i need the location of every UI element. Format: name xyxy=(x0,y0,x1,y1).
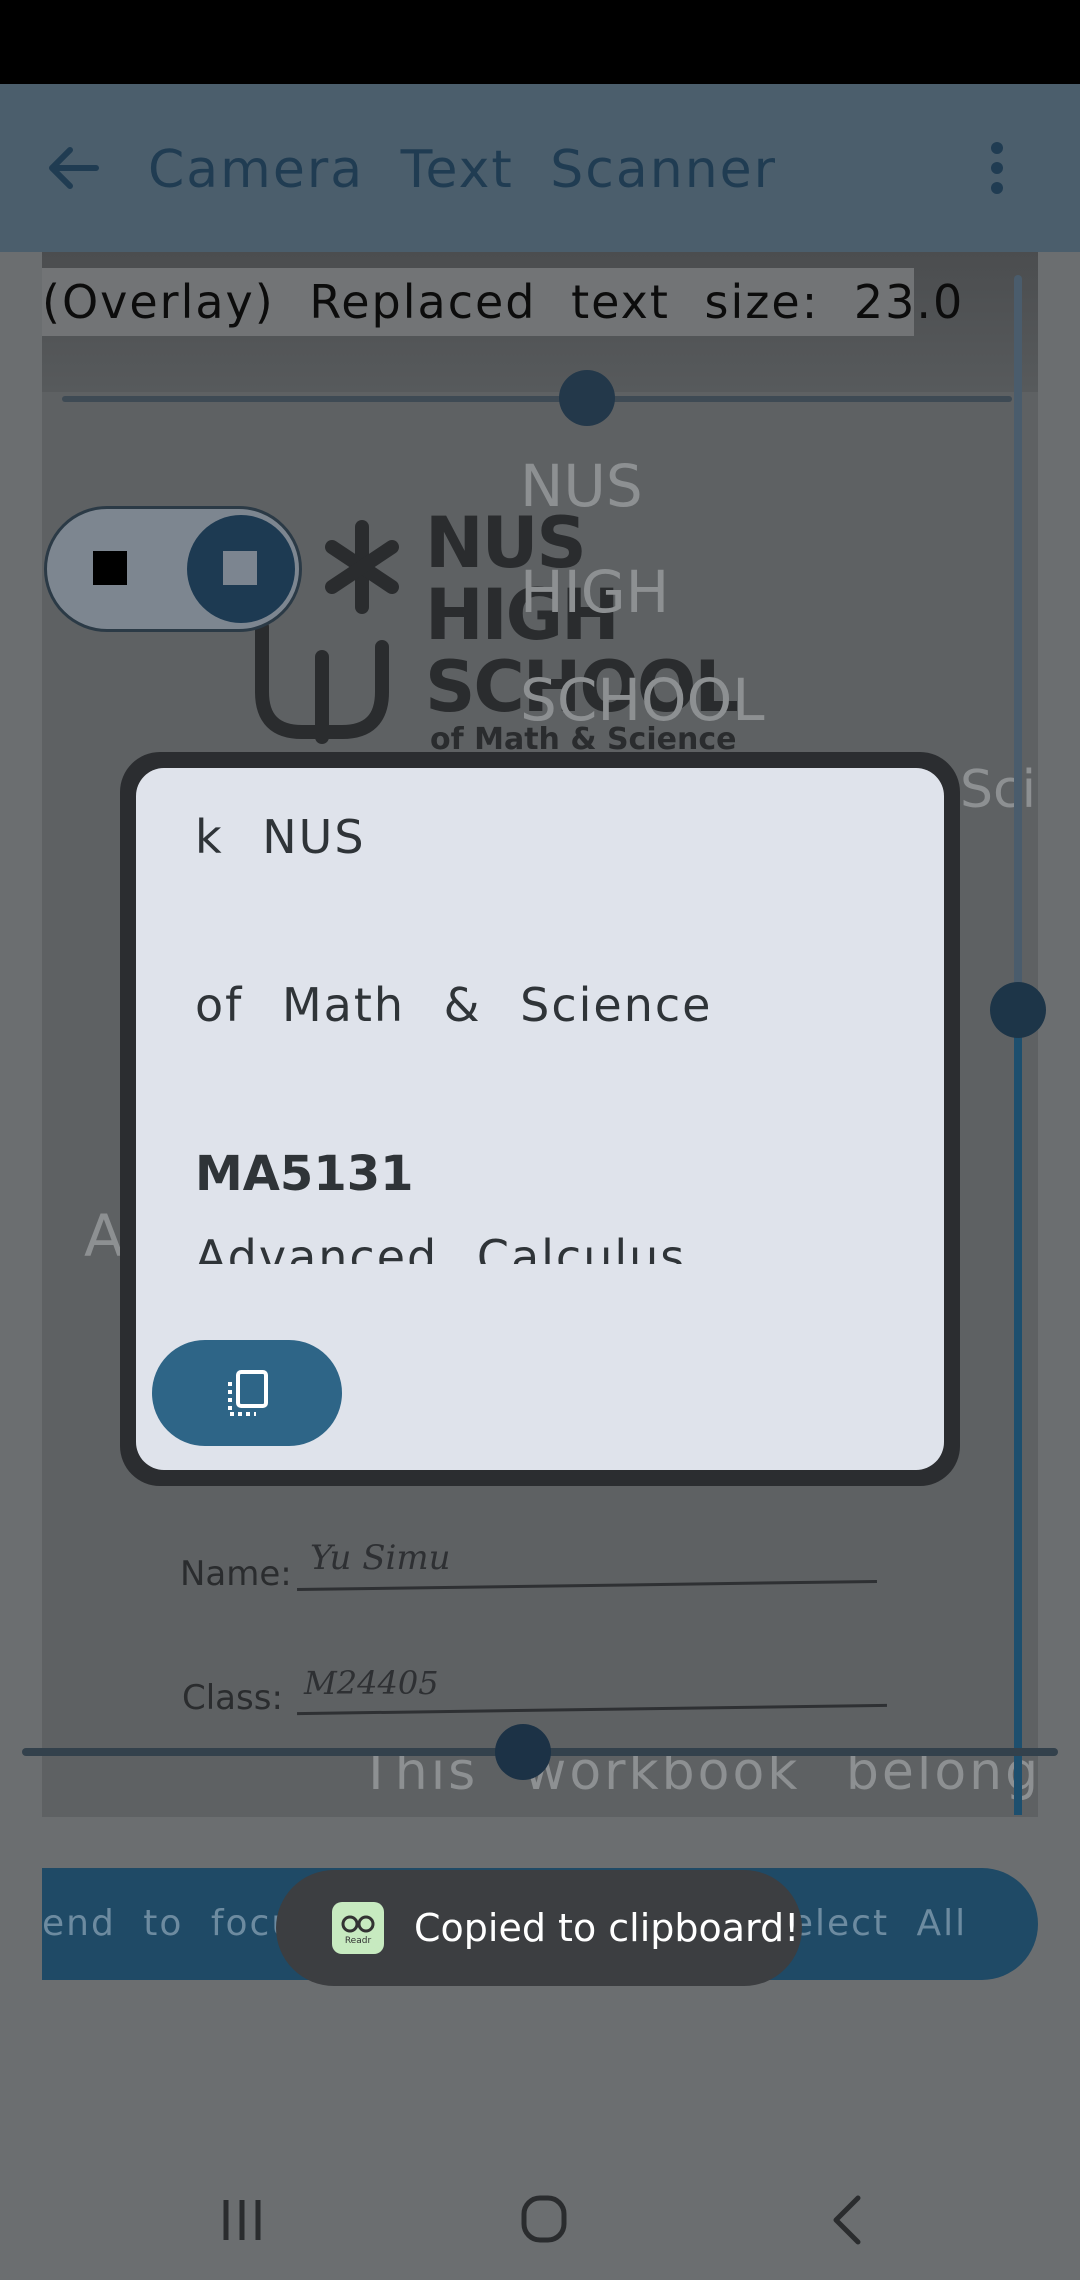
vertical-slider-thumb[interactable] xyxy=(990,982,1046,1038)
dialog-line-course-code: MA5131 xyxy=(195,1146,414,1202)
overlay-text-school: SCHOOL xyxy=(520,666,765,734)
name-label: Name: xyxy=(180,1554,292,1594)
toggle-knob xyxy=(187,515,295,623)
dialog-line-math-science: of Math & Science xyxy=(195,978,713,1032)
nav-back-button[interactable] xyxy=(806,2182,886,2258)
app-title: Camera Text Scanner xyxy=(148,140,778,200)
overlay-text-nus: NUS xyxy=(520,452,643,520)
text-size-label: (Overlay) Replaced text size: 23.0 xyxy=(42,268,962,336)
arrow-back-icon xyxy=(49,147,99,189)
overlay-text-a: A xyxy=(84,1202,124,1270)
dialog-line-nus: k NUS xyxy=(195,810,366,864)
stop-icon-selected xyxy=(223,551,257,585)
class-underline xyxy=(297,1703,887,1716)
recents-button[interactable] xyxy=(202,2182,282,2258)
dialog-line-course-title: Advanced Calculus xyxy=(195,1230,687,1264)
more-options-button[interactable] xyxy=(972,130,1022,206)
overlay-toggle[interactable] xyxy=(44,506,302,632)
text-size-slider[interactable] xyxy=(62,370,1012,426)
dialog-partial-line-clip: Advanced Calculus xyxy=(195,1230,895,1264)
copy-button[interactable] xyxy=(152,1340,342,1446)
home-icon xyxy=(521,2195,567,2243)
back-chevron-icon xyxy=(833,2195,861,2245)
class-label: Class: xyxy=(182,1678,283,1718)
copy-icon xyxy=(228,1370,268,1416)
bottom-slider-thumb[interactable] xyxy=(495,1724,551,1780)
name-value: Yu Simu xyxy=(310,1538,451,1578)
readr-app-icon: Readr xyxy=(332,1902,384,1954)
vertical-slider-fill xyxy=(1014,1010,1022,1815)
more-vert-icon xyxy=(991,142,1003,194)
name-underline xyxy=(297,1579,877,1592)
back-button[interactable] xyxy=(36,130,112,206)
status-bar xyxy=(0,0,1080,84)
clipboard-toast: Readr Copied to clipboard! xyxy=(276,1870,802,1986)
bottom-slider[interactable] xyxy=(22,1724,1058,1780)
toast-message: Copied to clipboard! xyxy=(414,1906,800,1950)
recents-icon xyxy=(223,2200,261,2240)
class-value: M24405 xyxy=(304,1664,439,1702)
readr-icon-text: Readr xyxy=(344,1936,372,1946)
text-size-slider-track xyxy=(62,396,1012,402)
vertical-slider[interactable] xyxy=(990,275,1046,1815)
home-button[interactable] xyxy=(504,2182,584,2258)
text-size-slider-thumb[interactable] xyxy=(559,370,615,426)
overlay-text-scie: Scie xyxy=(960,760,1038,820)
stop-icon xyxy=(93,551,127,585)
overlay-text-high: HIGH xyxy=(520,558,670,626)
